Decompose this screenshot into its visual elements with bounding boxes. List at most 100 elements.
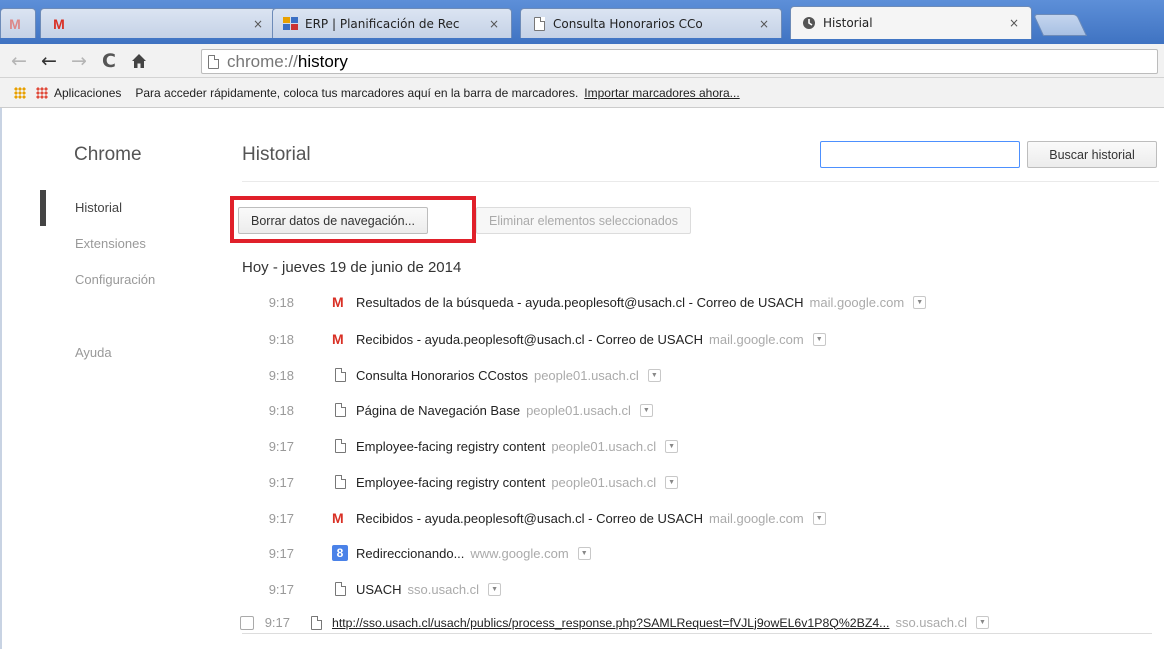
entry-title[interactable]: Página de Navegación Base <box>356 403 520 418</box>
entry-title[interactable]: Resultados de la búsqueda - ayuda.people… <box>356 295 804 310</box>
day-header: Hoy - jueves 19 de junio de 2014 <box>242 259 462 276</box>
entry-title[interactable]: http://sso.usach.cl/usach/publics/proces… <box>332 616 889 630</box>
home-icon[interactable] <box>126 48 152 74</box>
gmail-icon: M <box>9 15 21 32</box>
chevron-down-icon[interactable]: ▼ <box>975 616 989 629</box>
chevron-down-icon[interactable]: ▼ <box>812 511 826 525</box>
entry-title[interactable]: USACH <box>356 582 402 597</box>
entry-time: 9:17 <box>268 545 294 561</box>
chevron-down-icon[interactable]: ▼ <box>577 546 591 560</box>
history-page: Chrome Historial Extensiones Configuraci… <box>0 108 1164 649</box>
entry-title[interactable]: Recibidos - ayuda.peoplesoft@usach.cl - … <box>356 511 703 526</box>
entry-time: 9:17 <box>268 581 294 597</box>
history-entry[interactable]: 9:17 M Recibidos - ayuda.peoplesoft@usac… <box>242 508 826 528</box>
tab-historial[interactable]: Historial × <box>790 6 1032 39</box>
history-entry[interactable]: 9:17 http://sso.usach.cl/usach/publics/p… <box>240 614 1152 634</box>
page-icon <box>332 403 348 417</box>
chevron-down-icon[interactable]: ▼ <box>639 403 653 417</box>
entry-title[interactable]: Employee-facing registry content <box>356 439 545 454</box>
gmail-icon: M <box>53 15 65 32</box>
history-entry[interactable]: 9:17 8 Redireccionando... www.google.com… <box>242 543 591 563</box>
chevron-down-icon[interactable]: ▼ <box>647 368 661 382</box>
entry-domain[interactable]: mail.google.com <box>709 511 804 526</box>
page-icon <box>308 615 324 630</box>
tab-gmail-pinned[interactable]: M <box>0 8 36 38</box>
search-input[interactable] <box>820 141 1020 168</box>
url-scheme: chrome:// <box>227 51 298 71</box>
entry-title[interactable]: Employee-facing registry content <box>356 475 545 490</box>
entry-title[interactable]: Consulta Honorarios CCostos <box>356 368 528 383</box>
entry-domain[interactable]: sso.usach.cl <box>895 615 967 630</box>
entry-time: 9:18 <box>268 294 294 310</box>
history-entry[interactable]: 9:17 USACH sso.usach.cl ▼ <box>242 579 502 599</box>
chevron-down-icon[interactable]: ▼ <box>913 295 927 309</box>
entry-domain[interactable]: sso.usach.cl <box>408 582 480 597</box>
history-entry[interactable]: 9:18 M Recibidos - ayuda.peoplesoft@usac… <box>242 329 826 349</box>
forward-arrow-icon[interactable]: → <box>66 48 92 74</box>
entry-domain[interactable]: www.google.com <box>470 546 568 561</box>
back-button-icon[interactable]: ← <box>36 48 62 74</box>
tab-title: ERP | Planificación de Rec <box>305 16 460 31</box>
back-arrow-icon[interactable]: ← <box>6 48 32 74</box>
sidebar-selection-marker <box>40 190 46 226</box>
history-icon <box>801 15 817 31</box>
page-icon <box>332 475 348 489</box>
chevron-down-icon[interactable]: ▼ <box>488 582 502 596</box>
entry-time: 9:18 <box>268 331 294 347</box>
entry-title[interactable]: Recibidos - ayuda.peoplesoft@usach.cl - … <box>356 332 703 347</box>
tab-title: Consulta Honorarios CCo <box>553 16 703 31</box>
close-icon[interactable]: × <box>1007 16 1021 30</box>
page-icon <box>332 439 348 453</box>
sidebar-item-configuracion[interactable]: Configuración <box>75 272 155 287</box>
history-entry[interactable]: 9:18 Página de Navegación Base people01.… <box>242 400 653 420</box>
apps-grid-icon[interactable] <box>14 86 26 99</box>
sidebar-item-historial[interactable]: Historial <box>75 200 122 215</box>
entry-domain[interactable]: mail.google.com <box>709 332 804 347</box>
page-title: Historial <box>242 144 311 165</box>
import-bookmarks-link[interactable]: Importar marcadores ahora... <box>584 86 739 100</box>
new-tab-button[interactable] <box>1032 14 1088 36</box>
history-entry[interactable]: 9:18 Consulta Honorarios CCostos people0… <box>242 365 661 385</box>
page-icon <box>332 582 348 596</box>
history-entry[interactable]: 9:17 Employee-facing registry content pe… <box>242 472 679 492</box>
google-icon: 8 <box>332 545 348 561</box>
entry-domain[interactable]: people01.usach.cl <box>551 439 656 454</box>
chevron-down-icon[interactable]: ▼ <box>665 439 679 453</box>
entry-time: 9:17 <box>268 438 294 454</box>
chevron-down-icon[interactable]: ▼ <box>812 332 826 346</box>
sidebar-item-extensiones[interactable]: Extensiones <box>75 236 146 251</box>
history-entry[interactable]: 9:18 M Resultados de la búsqueda - ayuda… <box>242 292 927 312</box>
entry-checkbox[interactable] <box>240 615 254 630</box>
page-icon <box>531 16 547 32</box>
entry-domain[interactable]: mail.google.com <box>810 295 905 310</box>
tab-erp[interactable]: ERP | Planificación de Rec × <box>272 8 512 38</box>
tab-gmail[interactable]: M × <box>40 8 276 38</box>
chevron-down-icon[interactable]: ▼ <box>665 475 679 489</box>
sidebar-title: Chrome <box>74 144 142 165</box>
omnibox[interactable]: chrome://history <box>201 49 1158 74</box>
close-icon[interactable]: × <box>757 17 771 31</box>
search-history-button[interactable]: Buscar historial <box>1027 141 1157 168</box>
apps-bookmark[interactable]: Aplicaciones <box>54 86 121 100</box>
tab-title: Historial <box>823 16 873 30</box>
page-icon <box>332 368 348 382</box>
entry-time: 9:17 <box>268 510 294 526</box>
entry-domain[interactable]: people01.usach.cl <box>534 368 639 383</box>
entry-title[interactable]: Redireccionando... <box>356 546 464 561</box>
bookmarks-hint: Para acceder rápidamente, coloca tus mar… <box>135 85 579 100</box>
tab-consulta[interactable]: Consulta Honorarios CCo × <box>520 8 782 38</box>
entry-domain[interactable]: people01.usach.cl <box>551 475 656 490</box>
sidebar-item-ayuda[interactable]: Ayuda <box>75 345 112 360</box>
header-divider <box>242 181 1159 182</box>
history-entry[interactable]: 9:17 Employee-facing registry content pe… <box>242 436 679 456</box>
close-icon[interactable]: × <box>487 17 501 31</box>
apps-icon[interactable] <box>36 86 48 99</box>
close-icon[interactable]: × <box>251 17 265 31</box>
delete-selected-button[interactable]: Eliminar elementos seleccionados <box>476 207 691 234</box>
highlight-annotation <box>230 196 476 243</box>
entry-domain[interactable]: people01.usach.cl <box>526 403 631 418</box>
reload-icon[interactable]: C <box>96 48 122 74</box>
gmail-icon: M <box>332 510 344 526</box>
tab-strip: M M × ERP | Planificación de Rec × Consu… <box>0 0 1164 44</box>
page-icon <box>208 54 219 69</box>
